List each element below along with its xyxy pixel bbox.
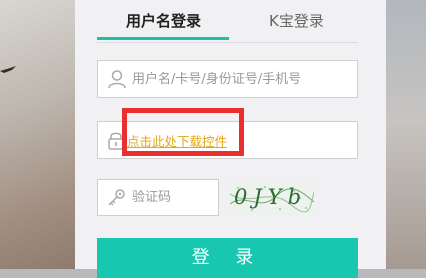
username-input[interactable] — [132, 61, 340, 97]
captcha-input[interactable] — [132, 180, 228, 215]
username-field[interactable] — [97, 60, 358, 98]
bird-icon — [0, 66, 16, 73]
login-button[interactable]: 登 录 — [97, 238, 358, 278]
tab-kbao-login[interactable]: K宝登录 — [269, 10, 324, 31]
tab-username-login[interactable]: 用户名登录 — [126, 10, 201, 31]
login-tabs: 用户名登录 K宝登录 — [97, 0, 358, 43]
captcha-text: 0JYb — [234, 185, 308, 209]
login-panel: 用户名登录 K宝登录 点击此处下载控件 — [75, 0, 386, 278]
background-right — [386, 0, 426, 269]
active-tab-indicator — [97, 37, 229, 40]
background-left — [0, 0, 75, 269]
captcha-image[interactable]: 0JYb — [230, 182, 314, 215]
key-icon — [108, 189, 125, 206]
captcha-field[interactable] — [97, 179, 228, 216]
highlight-box — [122, 108, 244, 156]
user-icon — [108, 70, 126, 89]
